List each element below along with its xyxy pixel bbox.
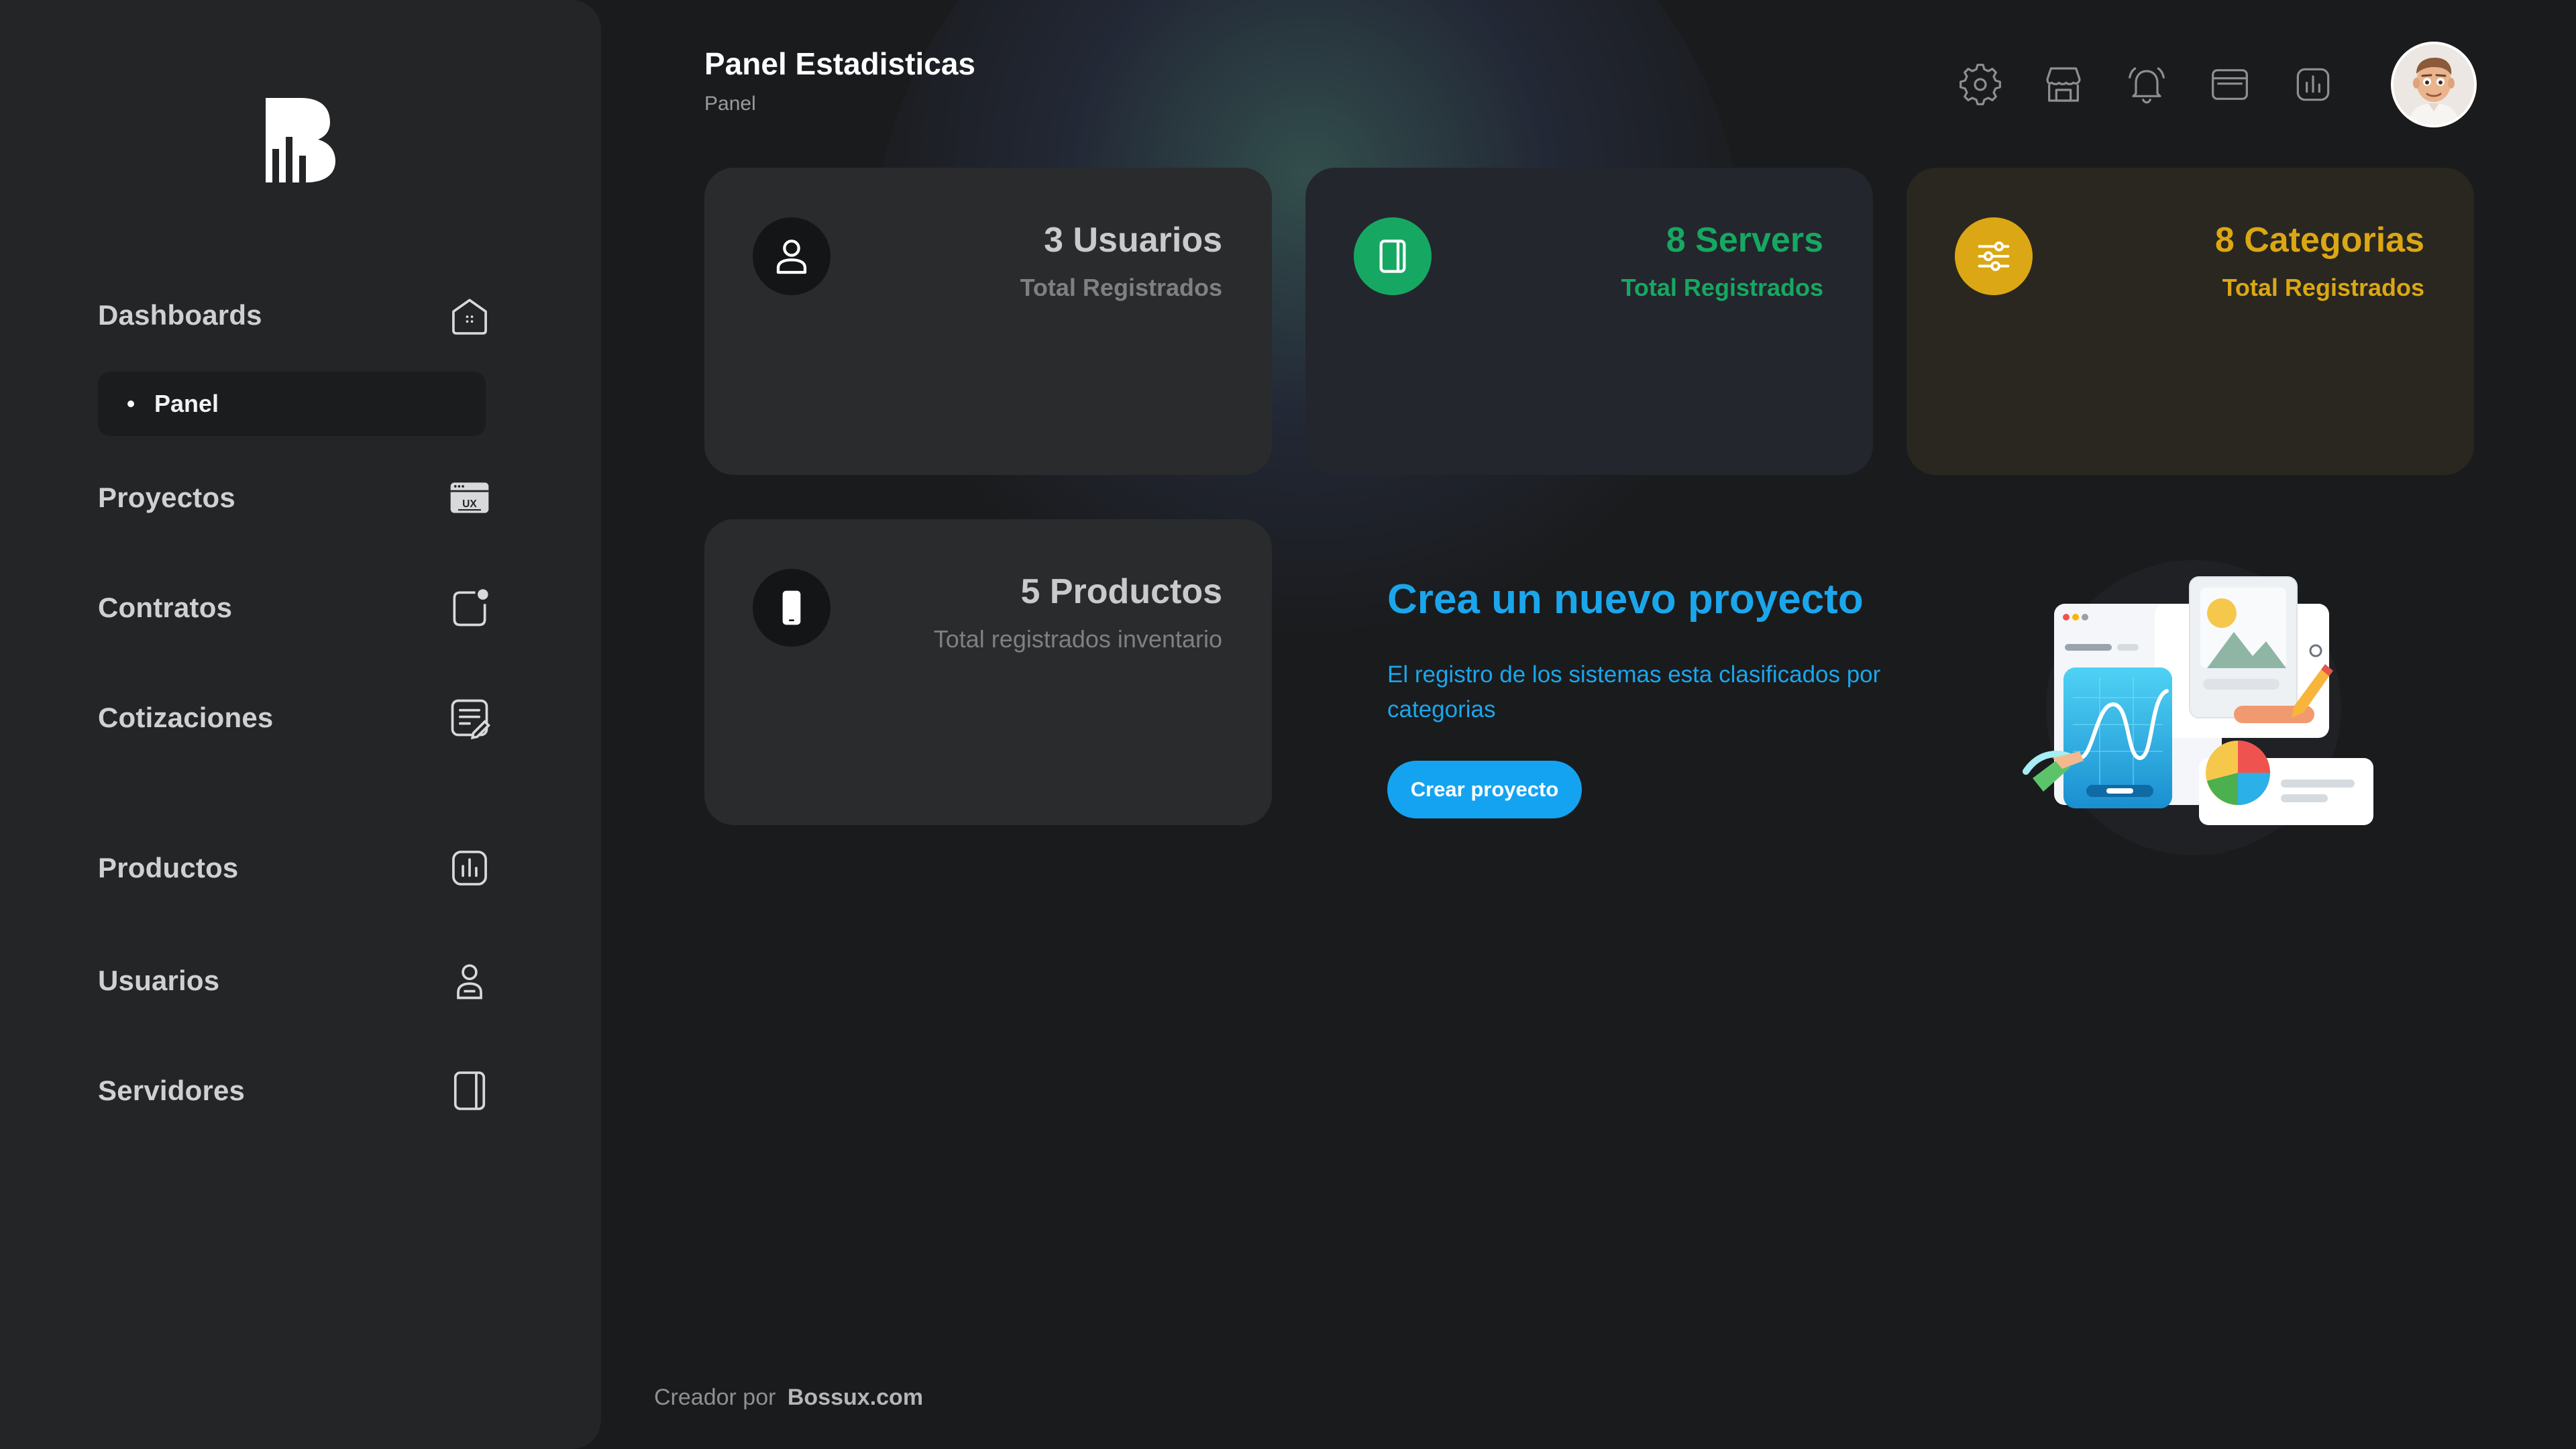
home-icon xyxy=(445,291,494,339)
sidebar-item-contratos[interactable]: Contratos xyxy=(98,576,494,640)
promo-title: Crea un nuevo proyecto xyxy=(1387,576,1864,623)
sidebar-item-servidores[interactable]: Servidores xyxy=(98,1059,494,1123)
create-project-button[interactable]: Crear proyecto xyxy=(1387,761,1582,818)
card-title: 5 Productos xyxy=(1020,572,1223,611)
breadcrumb[interactable]: Panel xyxy=(704,93,756,115)
bullet-dot xyxy=(127,400,134,407)
sidebar-item-label: Dashboards xyxy=(98,299,262,331)
footer: Creador por Bossux.com xyxy=(654,1385,923,1411)
footer-prefix: Creador por xyxy=(654,1385,776,1410)
sidebar-item-cotizaciones[interactable]: Cotizaciones xyxy=(98,686,494,750)
sidebar-item-label: Servidores xyxy=(98,1075,246,1106)
store-icon[interactable] xyxy=(2039,60,2088,109)
stat-card-servers[interactable]: 8 Servers Total Registrados xyxy=(1305,168,1873,475)
contract-badge-icon xyxy=(445,584,494,632)
project-illustration xyxy=(2023,560,2373,855)
bell-icon[interactable] xyxy=(2123,60,2171,109)
topbar xyxy=(1921,42,2477,127)
sidebar-item-usuarios[interactable]: Usuarios xyxy=(98,949,494,1013)
card-subtitle: Total Registrados xyxy=(1621,274,1823,301)
promo-text: El registro de los sistemas esta clasifi… xyxy=(1387,661,1881,722)
quote-document-icon xyxy=(445,694,494,742)
sliders-icon xyxy=(1955,217,2033,295)
sidebar-item-productos[interactable]: Productos xyxy=(98,836,494,900)
sidebar-item-dashboards[interactable]: Dashboards xyxy=(98,283,494,347)
sidebar: Dashboards Panel Proyectos UX Contratos … xyxy=(0,0,601,1449)
sidebar-item-label: Contratos xyxy=(98,592,233,623)
card-subtitle: Total Registrados xyxy=(2222,274,2424,301)
card-subtitle: Total registrados inventario xyxy=(933,625,1222,653)
sidebar-item-proyectos[interactable]: Proyectos UX xyxy=(98,466,494,530)
footer-brand-link[interactable]: Bossux.com xyxy=(788,1385,923,1410)
user-avatar[interactable] xyxy=(2391,42,2477,127)
browser-window-icon[interactable] xyxy=(2206,60,2254,109)
card-subtitle: Total Registrados xyxy=(1020,274,1222,301)
card-title: 8 Categorias xyxy=(2214,221,2424,260)
card-title: 8 Servers xyxy=(1666,221,1823,260)
chart-icon[interactable] xyxy=(2289,60,2337,109)
mobile-phone-icon xyxy=(753,569,830,647)
sidebar-subitem-label: Panel xyxy=(154,390,219,417)
ux-window-icon: UX xyxy=(445,474,494,522)
sidebar-item-label: Proyectos xyxy=(98,482,235,513)
app-root: Dashboards Panel Proyectos UX Contratos … xyxy=(0,0,2576,1449)
server-icon xyxy=(1354,217,1432,295)
user-icon xyxy=(753,217,830,295)
server-icon xyxy=(445,1067,494,1115)
settings-icon[interactable] xyxy=(1956,60,2004,109)
sidebar-subitem-panel[interactable]: Panel xyxy=(98,372,486,436)
stat-card-categorias[interactable]: 8 Categorias Total Registrados xyxy=(1907,168,2474,475)
page-title: Panel Estadisticas xyxy=(704,46,975,81)
bar-chart-icon xyxy=(445,844,494,892)
sidebar-item-label: Productos xyxy=(98,852,239,883)
sidebar-item-label: Usuarios xyxy=(98,965,220,996)
sidebar-item-label: Cotizaciones xyxy=(98,702,274,733)
stat-card-usuarios[interactable]: 3 Usuarios Total Registrados xyxy=(704,168,1272,475)
svg-text:UX: UX xyxy=(462,498,477,510)
stat-card-productos[interactable]: 5 Productos Total registrados inventario xyxy=(704,519,1272,825)
card-title: 3 Usuarios xyxy=(1044,221,1222,260)
bossux-logo[interactable] xyxy=(266,98,335,182)
user-icon xyxy=(445,957,494,1005)
